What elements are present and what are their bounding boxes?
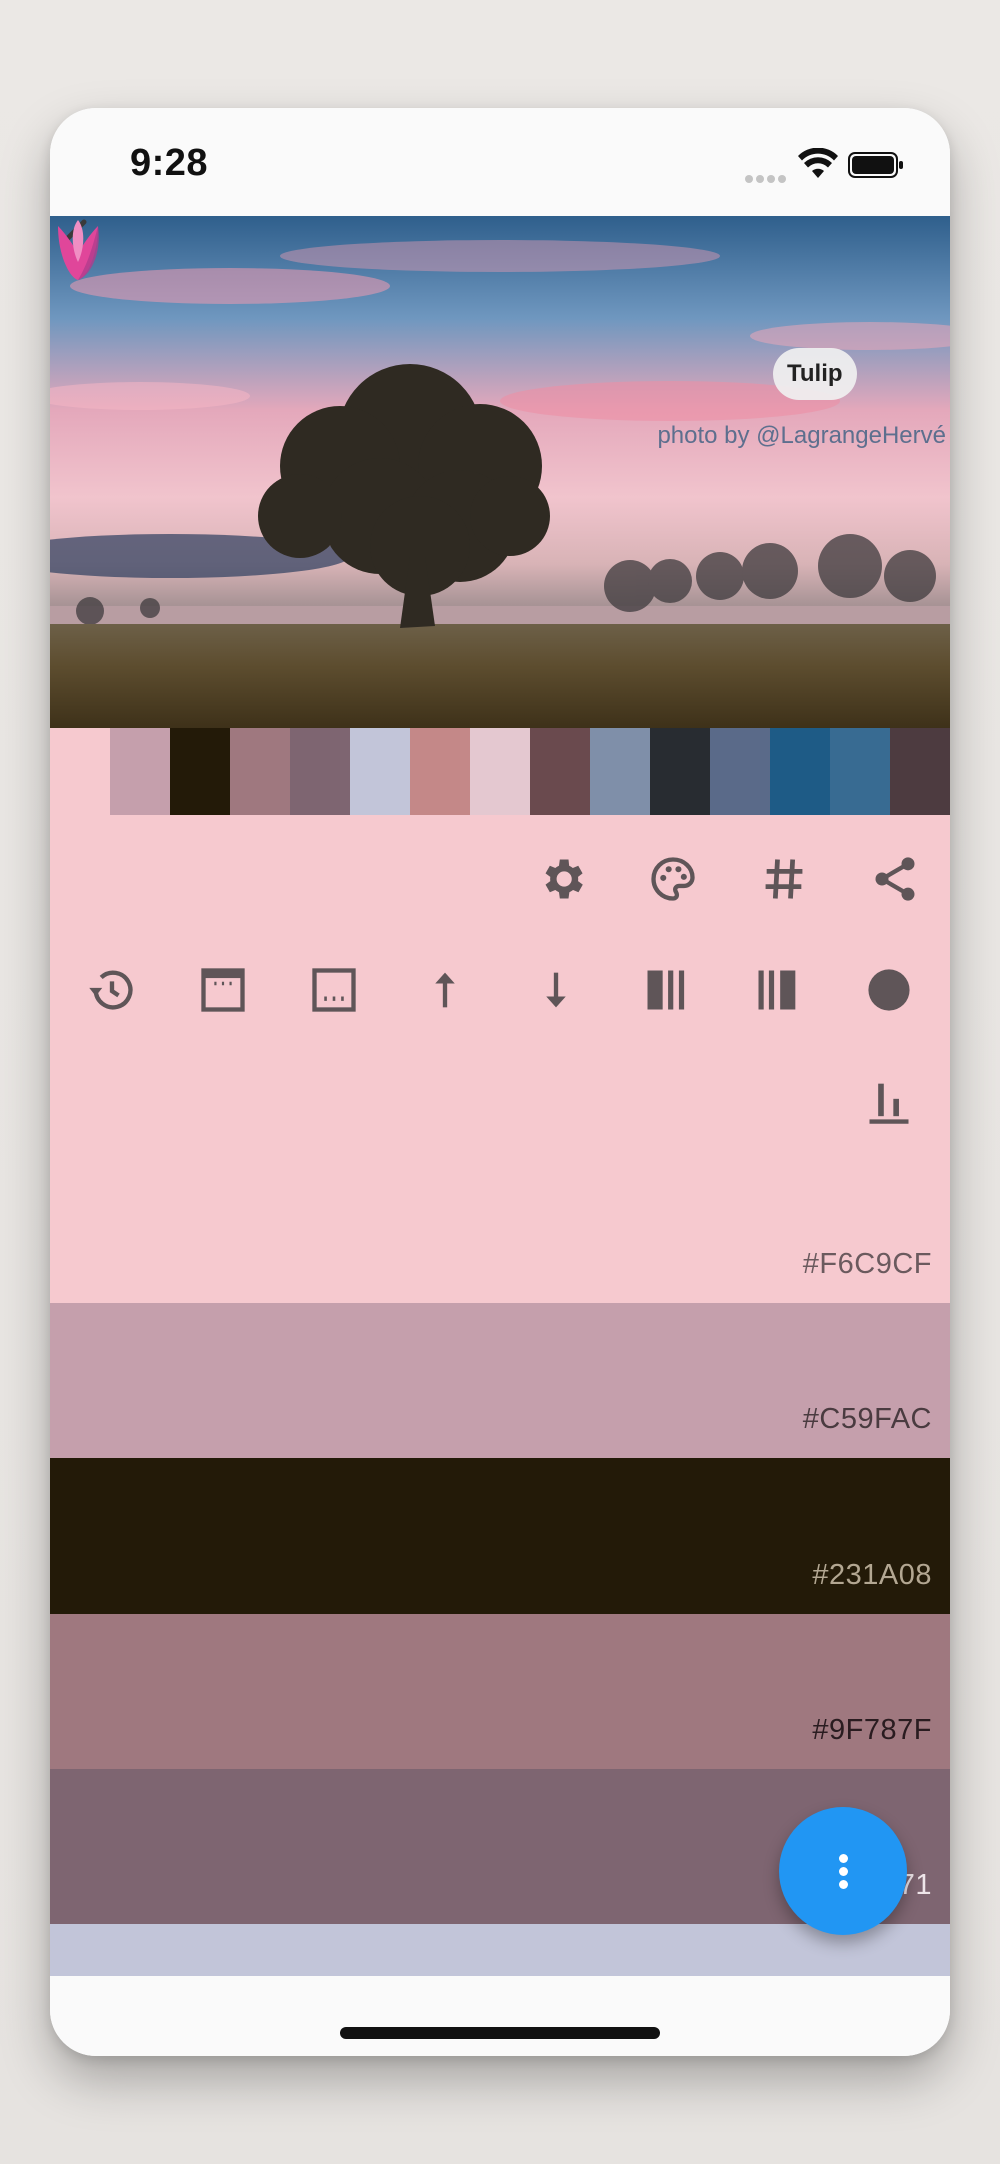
- hash-icon: [765, 859, 803, 899]
- share-button[interactable]: [863, 847, 927, 911]
- arrow-up-icon: [435, 972, 455, 1008]
- align-bottom-button[interactable]: [857, 1069, 921, 1133]
- align-bottom-icon: [869, 1083, 909, 1124]
- strip-swatch[interactable]: [890, 728, 950, 815]
- bottom-border-icon: [312, 968, 356, 1012]
- swatch-hex-label: #231A08: [812, 1559, 932, 1591]
- history-icon: [89, 970, 133, 1010]
- palette-button[interactable]: [641, 847, 705, 911]
- strip-swatch[interactable]: [410, 728, 470, 815]
- columns-right-button[interactable]: [746, 958, 810, 1022]
- swatch-hex-label: #9F787F: [812, 1714, 932, 1746]
- strip-swatch[interactable]: [590, 728, 650, 815]
- strip-swatch[interactable]: [470, 728, 530, 815]
- battery-icon: [848, 152, 903, 178]
- strip-swatch[interactable]: [170, 728, 230, 815]
- swatch-hex-label: #C59FAC: [802, 1403, 932, 1435]
- strip-swatch[interactable]: [650, 728, 710, 815]
- strip-swatch[interactable]: [530, 728, 590, 815]
- border-top-button[interactable]: [191, 958, 255, 1022]
- home-indicator[interactable]: [340, 2027, 660, 2039]
- strip-swatch[interactable]: [350, 728, 410, 815]
- tulip-logo-icon[interactable]: [50, 216, 106, 284]
- hex-button[interactable]: [752, 847, 816, 911]
- swatch-hex-label: #F6C9CF: [802, 1248, 932, 1280]
- share-icon: [875, 857, 915, 901]
- move-down-button[interactable]: [524, 958, 588, 1022]
- columns-left-icon: [647, 970, 685, 1010]
- border-bottom-button[interactable]: [302, 958, 366, 1022]
- top-border-icon: [201, 968, 245, 1012]
- swatch-partial[interactable]: [50, 1924, 950, 1976]
- status-time: 9:28: [130, 142, 209, 184]
- swatch-block[interactable]: #F6C9CF: [50, 1148, 950, 1303]
- tulip-chip[interactable]: Tulip: [773, 348, 857, 400]
- move-up-button[interactable]: [413, 958, 477, 1022]
- strip-swatch[interactable]: [290, 728, 350, 815]
- home-bar-area: [50, 1976, 950, 2056]
- strip-swatch[interactable]: [770, 728, 830, 815]
- palette-strip[interactable]: [50, 728, 950, 815]
- more-options-fab[interactable]: [779, 1807, 907, 1935]
- status-bar: 9:28: [50, 108, 950, 216]
- cellular-signal-icon: [745, 170, 789, 188]
- columns-left-button[interactable]: [635, 958, 699, 1022]
- palette-icon: [651, 857, 695, 901]
- swatch-block[interactable]: #9F787F: [50, 1614, 950, 1769]
- strip-swatch[interactable]: [50, 728, 110, 815]
- swatch-block[interactable]: #231A08: [50, 1458, 950, 1614]
- more-vertical-icon: [838, 1850, 848, 1893]
- circle-shape-button[interactable]: [857, 958, 921, 1022]
- strip-swatch[interactable]: [830, 728, 890, 815]
- history-button[interactable]: [80, 958, 144, 1022]
- settings-button[interactable]: [530, 847, 594, 911]
- hero-photo: Tulip photo by @LagrangeHervé: [50, 216, 950, 728]
- gear-icon: [545, 859, 583, 899]
- wifi-icon: [798, 148, 838, 178]
- landscape-illustration: [50, 216, 950, 728]
- strip-swatch[interactable]: [230, 728, 290, 815]
- arrow-down-icon: [546, 972, 566, 1008]
- phone-frame: 9:28 Tulip photo by @LagrangeHervé #F6C9…: [50, 108, 950, 2056]
- strip-swatch[interactable]: [110, 728, 170, 815]
- strip-swatch[interactable]: [710, 728, 770, 815]
- photo-credit: photo by @LagrangeHervé: [657, 422, 946, 449]
- swatch-block[interactable]: #C59FAC: [50, 1303, 950, 1458]
- columns-right-icon: [758, 970, 796, 1010]
- circle-icon: [868, 969, 910, 1011]
